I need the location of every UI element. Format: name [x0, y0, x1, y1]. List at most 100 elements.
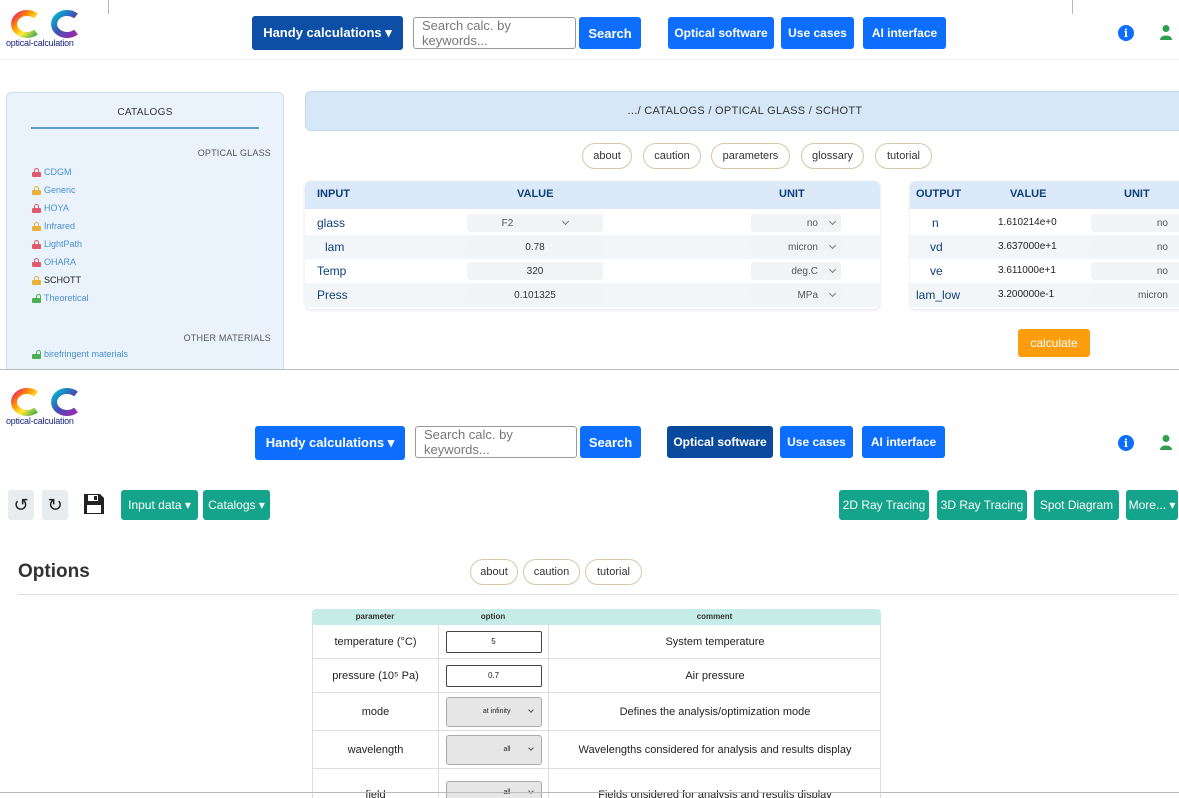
- user-icon[interactable]: [1160, 434, 1176, 450]
- option-comment: Fields onsidered for analysis and result…: [598, 789, 832, 798]
- output-table: OUTPUT VALUE UNIT n 1.610214e+0 no vd 3.…: [910, 181, 1179, 309]
- value-input[interactable]: 0.101325: [467, 286, 603, 304]
- calculate-button[interactable]: calculate: [1018, 329, 1090, 357]
- tab-caution[interactable]: caution: [643, 143, 701, 169]
- header-input: INPUT: [317, 188, 350, 200]
- info-icon[interactable]: i: [1118, 435, 1134, 451]
- group-optical-glass: OPTICAL GLASS: [197, 148, 271, 158]
- option-param: pressure (10⁵ Pa): [313, 659, 439, 692]
- field-select[interactable]: all: [445, 781, 542, 798]
- bottom-divider: [0, 792, 1179, 793]
- wavelength-select[interactable]: all: [445, 734, 542, 765]
- ai-interface-button[interactable]: AI interface: [862, 426, 945, 458]
- catalogs-button[interactable]: Catalogs ▾: [203, 490, 270, 520]
- use-cases-button[interactable]: Use cases: [780, 426, 853, 458]
- user-icon[interactable]: [1160, 24, 1176, 40]
- catalog-item-generic[interactable]: Generic: [32, 185, 76, 195]
- output-name: lam_low: [916, 288, 961, 302]
- input-data-button[interactable]: Input data ▾: [121, 490, 198, 520]
- tab-glossary[interactable]: glossary: [801, 143, 864, 169]
- unit-select[interactable]: no: [751, 214, 841, 232]
- tab-tutorial[interactable]: tutorial: [585, 559, 642, 585]
- catalog-item-infrared[interactable]: Infrared: [32, 221, 75, 231]
- optical-software-button[interactable]: Optical software: [668, 17, 774, 49]
- table-row: temperature (°C) 5 System temperature: [312, 625, 881, 659]
- search-button[interactable]: Search: [580, 426, 641, 458]
- table-row: lam 0.78 micron: [305, 235, 880, 259]
- calculator-panel: optical-calculation Handy calculations ▾…: [0, 0, 1179, 370]
- logo-text: optical-calculation: [6, 38, 74, 48]
- output-name: n: [932, 216, 939, 230]
- site-logo[interactable]: optical-calculation: [6, 388, 86, 430]
- tab-parameters[interactable]: parameters: [711, 143, 790, 169]
- ai-interface-button[interactable]: AI interface: [863, 17, 946, 49]
- tab-about[interactable]: about: [582, 143, 632, 169]
- handy-calculations-button[interactable]: Handy calculations ▾: [252, 16, 403, 50]
- unit-select[interactable]: no: [1091, 262, 1179, 280]
- table-row: vd 3.637000e+1 no: [910, 235, 1179, 259]
- unit-select[interactable]: micron: [751, 238, 841, 256]
- glass-select[interactable]: F2: [467, 214, 603, 232]
- use-cases-button[interactable]: Use cases: [781, 17, 854, 49]
- handy-calculations-button[interactable]: Handy calculations ▾: [255, 426, 405, 460]
- pressure-input[interactable]: 0.7: [445, 664, 542, 687]
- header-unit: UNIT: [779, 188, 805, 200]
- catalog-item-schott[interactable]: SCHOTT: [32, 275, 81, 285]
- header-comment: comment: [696, 612, 733, 621]
- unit-select[interactable]: deg.C: [751, 262, 841, 280]
- temperature-input[interactable]: 5: [445, 630, 542, 653]
- table-row: wavelength all Wavelengths considered fo…: [312, 731, 881, 769]
- undo-button[interactable]: ↺: [8, 490, 34, 520]
- lock-icon: [32, 185, 41, 195]
- unit-select[interactable]: MPa: [751, 286, 841, 304]
- catalog-item-ohara[interactable]: OHARA: [32, 257, 76, 267]
- value-input[interactable]: 320: [467, 262, 603, 280]
- unit-select[interactable]: micron: [1091, 286, 1179, 304]
- option-cell: 5: [439, 625, 549, 658]
- param-name: Press: [317, 288, 348, 302]
- unit-select[interactable]: no: [1091, 238, 1179, 256]
- table-row: n 1.610214e+0 no: [910, 211, 1179, 235]
- optical-software-panel: optical-calculation Handy calculations ▾…: [0, 372, 1179, 798]
- tab-caution[interactable]: caution: [523, 559, 580, 585]
- 3d-ray-tracing-button[interactable]: 3D Ray Tracing: [937, 490, 1027, 520]
- search-input[interactable]: Search calc. by keywords...: [415, 426, 577, 458]
- catalog-item-lightpath[interactable]: LightPath: [32, 239, 82, 249]
- optical-software-button[interactable]: Optical software: [667, 426, 773, 458]
- redo-button[interactable]: ↻: [42, 490, 68, 520]
- catalog-item-theoretical[interactable]: Theoretical: [32, 293, 89, 303]
- save-icon[interactable]: [82, 492, 106, 516]
- option-cell: 0.7: [439, 659, 549, 692]
- table-row: lam_low 3.200000e-1 micron: [910, 283, 1179, 307]
- more-button[interactable]: More... ▾: [1126, 490, 1178, 520]
- catalogs-sidebar: CATALOGS OPTICAL GLASS CDGM Generic HOYA…: [6, 92, 284, 369]
- section-divider: [18, 594, 1178, 595]
- site-logo[interactable]: optical-calculation: [6, 10, 86, 52]
- 2d-ray-tracing-button[interactable]: 2D Ray Tracing: [839, 490, 929, 520]
- search-input[interactable]: Search calc. by keywords...: [413, 17, 576, 49]
- group-other-materials: OTHER MATERIALS: [183, 333, 271, 343]
- unit-select[interactable]: no: [1091, 214, 1179, 232]
- select-value: micron: [1137, 289, 1168, 301]
- option-param: mode: [313, 693, 439, 730]
- tab-about[interactable]: about: [470, 559, 518, 585]
- info-icon[interactable]: i: [1118, 25, 1134, 41]
- chevron-down-icon: [828, 241, 837, 250]
- param-name: glass: [317, 216, 346, 230]
- catalog-item-birefringent[interactable]: birefringent materials: [32, 349, 128, 359]
- chevron-down-icon: [527, 745, 534, 751]
- tab-tutorial[interactable]: tutorial: [875, 143, 932, 169]
- catalog-item-hoya[interactable]: HOYA: [32, 203, 69, 213]
- output-value: 3.611000e+1: [998, 265, 1056, 276]
- mode-select[interactable]: at infinity: [445, 696, 542, 727]
- output-value: 3.637000e+1: [998, 241, 1057, 252]
- catalog-item-label: Generic: [44, 185, 76, 195]
- spot-diagram-button[interactable]: Spot Diagram: [1034, 490, 1119, 520]
- search-button[interactable]: Search: [579, 17, 641, 49]
- catalog-item-label: Infrared: [44, 221, 76, 231]
- lock-icon: [32, 239, 41, 249]
- option-param: field: [313, 769, 439, 798]
- catalog-item-cdgm[interactable]: CDGM: [32, 167, 72, 177]
- options-title: Options: [18, 561, 90, 582]
- value-input[interactable]: 0.78: [467, 238, 603, 256]
